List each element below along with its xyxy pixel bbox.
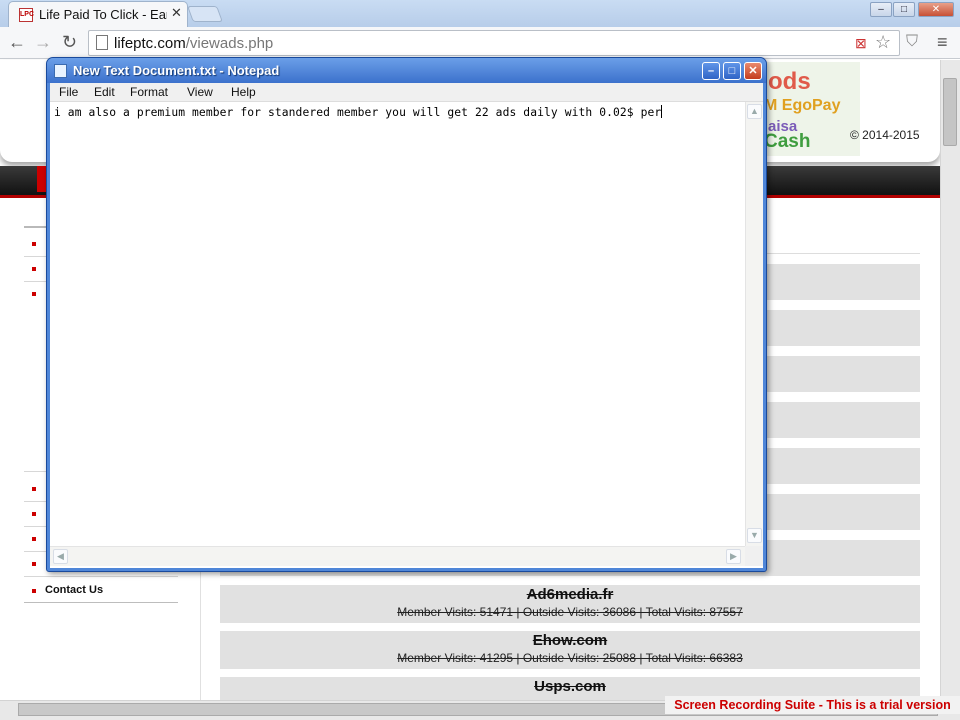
bullet-icon [32,512,36,516]
tab-title: Life Paid To Click - Ear [39,7,167,22]
shield-icon[interactable]: ⛉ [906,32,918,52]
banner-line: Cash [764,131,811,152]
notepad-text: i am also a premium member for standered… [54,105,663,119]
menu-view[interactable]: View [187,85,213,99]
menu-format[interactable]: Format [130,85,168,99]
bullet-icon [32,562,36,566]
bookmark-star-icon[interactable]: ☆ [875,32,891,53]
notepad-text-area[interactable]: i am also a premium member for standered… [50,102,763,568]
scroll-left-icon[interactable]: ◀ [53,549,68,564]
minimize-window-button[interactable]: – [870,2,892,17]
notepad-vertical-scrollbar[interactable]: ▲ ▼ [745,102,763,546]
ad-name: Ad6media.fr [526,586,614,603]
reload-icon[interactable]: ↻ [62,32,77,52]
scroll-down-icon[interactable]: ▼ [747,528,762,543]
bullet-icon [32,292,36,296]
bullet-icon [32,537,36,541]
trial-watermark: Screen Recording Suite - This is a trial… [665,696,960,714]
bullet-icon [32,242,36,246]
new-tab-button[interactable] [187,6,223,22]
forward-arrow-icon[interactable]: → [34,32,52,52]
notepad-minimize-button[interactable]: – [702,62,720,80]
ad-name: Ehow.com [532,632,608,649]
bullet-icon [32,487,36,491]
close-window-button[interactable]: ✕ [918,2,954,17]
notepad-horizontal-scrollbar[interactable]: ◀ ▶ [50,546,745,566]
notepad-menubar: File Edit Format View Help [50,83,763,102]
page-scroll-thumb[interactable] [943,78,957,146]
payment-banner: ods M EgoPay aisa Cash [760,62,860,156]
notepad-icon [54,64,67,78]
banner-line: ods [768,68,811,95]
bullet-icon [32,267,36,271]
notepad-close-button[interactable]: ✕ [744,62,762,80]
banner-line: M EgoPay [764,97,841,114]
scroll-right-icon[interactable]: ▶ [726,549,741,564]
copyright-text: © 2014-2015 [850,128,920,142]
page-vertical-scrollbar[interactable] [940,60,960,700]
notepad-maximize-button[interactable]: □ [723,62,741,80]
scroll-up-icon[interactable]: ▲ [747,104,762,119]
ad-row[interactable]: Ad6media.fr Member Visits: 51471 | Outsi… [220,585,920,623]
tab-close-icon[interactable]: ✕ [171,5,182,21]
site-favicon-icon: LPC [19,8,34,22]
ad-name: Usps.com [534,678,606,695]
ad-stats: Member Visits: 41295 | Outside Visits: 2… [397,651,743,665]
browser-tab[interactable]: LPC Life Paid To Click - Ear ✕ [8,1,188,27]
content-rule [766,253,920,254]
notepad-title: New Text Document.txt - Notepad [73,63,280,78]
page-icon [96,35,108,50]
menu-icon[interactable]: ≡ [937,32,948,52]
blocked-popup-icon[interactable]: ⊠ [855,35,867,52]
sidebar-item-label: Contact Us [45,584,104,596]
notepad-titlebar[interactable]: New Text Document.txt - Notepad – □ ✕ [47,58,766,83]
sidebar-item-contact-us[interactable]: Contact Us [24,579,178,603]
ad-row[interactable]: Ehow.com Member Visits: 41295 | Outside … [220,631,920,669]
tab-bar: LPC Life Paid To Click - Ear ✕ – □ ✕ [0,0,960,27]
resize-grip-icon[interactable] [745,546,763,566]
text-caret [661,105,663,118]
ad-stats: Member Visits: 51471 | Outside Visits: 3… [397,605,743,619]
address-bar[interactable]: lifeptc.com/viewads.php ⊠ ☆ [88,30,900,56]
menu-file[interactable]: File [59,85,78,99]
maximize-window-button[interactable]: □ [893,2,915,17]
browser-toolbar: ← → ↻ lifeptc.com/viewads.php ⊠ ☆ ⛉ ≡ [0,27,960,59]
bullet-icon [32,589,36,593]
url-text: lifeptc.com/viewads.php [114,35,274,52]
notepad-window: New Text Document.txt - Notepad – □ ✕ Fi… [46,57,767,572]
menu-edit[interactable]: Edit [94,85,115,99]
menu-help[interactable]: Help [231,85,256,99]
back-arrow-icon[interactable]: ← [8,32,26,52]
